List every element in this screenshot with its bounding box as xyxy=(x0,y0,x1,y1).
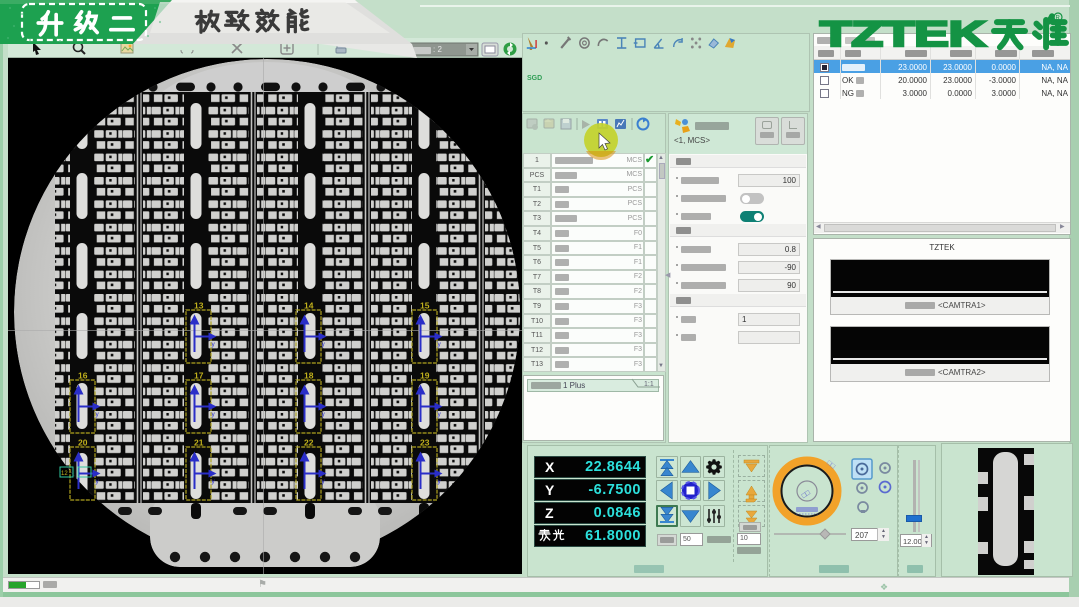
svg-text:R: R xyxy=(1056,16,1061,22)
svg-text:14: 14 xyxy=(304,301,314,311)
svg-text:12: 12 xyxy=(61,471,68,477)
svg-text:22: 22 xyxy=(304,438,314,448)
svg-text:19: 19 xyxy=(420,371,430,381)
svg-text:16: 16 xyxy=(78,371,88,381)
svg-text:20: 20 xyxy=(78,438,88,448)
svg-text:□□: □□ xyxy=(801,489,813,500)
svg-text:18: 18 xyxy=(304,371,314,381)
svg-text:13: 13 xyxy=(194,301,204,311)
svg-text:17: 17 xyxy=(194,371,204,381)
svg-text:21: 21 xyxy=(194,438,204,448)
svg-text:15: 15 xyxy=(420,301,430,311)
svg-text:1:1: 1:1 xyxy=(644,381,654,388)
svg-text:23: 23 xyxy=(420,438,430,448)
svg-text:TZTEK: TZTEK xyxy=(820,15,986,54)
